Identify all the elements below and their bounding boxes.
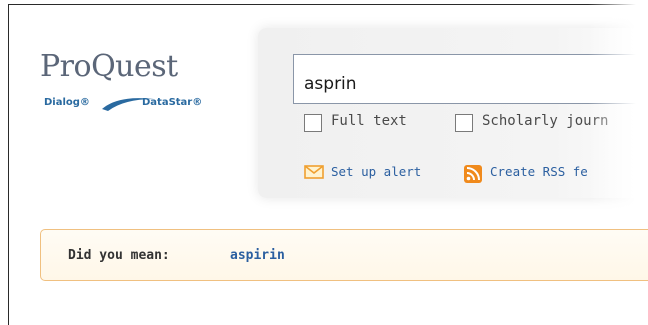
proquest-logo[interactable]: ProQuest Dialog® DataStar® [40,52,240,132]
did-you-mean-box: Did you mean: aspirin [40,229,648,281]
scholarly-journals-checkbox[interactable] [455,114,473,132]
full-text-label: Full text [331,113,407,129]
logo-wordmark: ProQuest [40,49,178,84]
create-rss-text[interactable]: Create RSS fe [490,164,588,179]
envelope-icon [304,165,324,179]
scholarly-journals-label: Scholarly journ [482,113,609,129]
did-you-mean-label: Did you mean: [68,248,170,263]
did-you-mean-suggestion-link[interactable]: aspirin [230,248,285,263]
full-text-checkbox[interactable] [304,114,322,132]
rss-icon [464,165,482,183]
logo-dialog-text: Dialog® [44,97,90,108]
logo-datastar-text: DataStar® [142,97,203,108]
logo-subline: Dialog® DataStar® [40,91,230,115]
search-input[interactable] [293,54,648,104]
set-up-alert-text[interactable]: Set up alert [331,164,421,179]
